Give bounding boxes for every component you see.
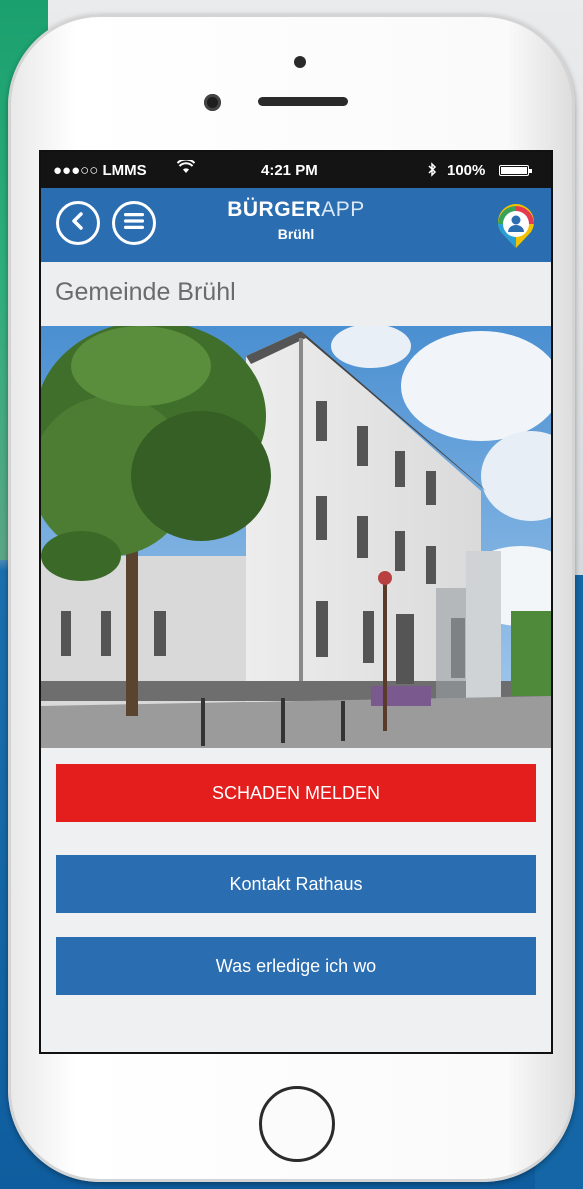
front-camera: [204, 94, 221, 111]
bluetooth-icon: [427, 162, 437, 181]
menu-button[interactable]: [112, 201, 156, 245]
city-name: Brühl: [277, 226, 315, 242]
app-name: BÜRGERAPP: [191, 198, 401, 222]
earpiece-speaker: [258, 97, 348, 106]
back-button[interactable]: [56, 201, 100, 245]
town-hall-photo: [41, 321, 551, 748]
profile-icon[interactable]: [493, 202, 539, 250]
app-header: BÜRGERAPP Brühl: [41, 188, 551, 262]
page-title: Gemeinde Brühl: [55, 278, 236, 306]
app-brand: BÜRGERAPP Brühl: [191, 198, 401, 242]
report-damage-button[interactable]: SCHADEN MELDEN: [56, 764, 536, 822]
battery-icon: [499, 165, 532, 176]
proximity-sensor: [294, 56, 306, 68]
home-button[interactable]: [259, 1086, 335, 1162]
app-name-light: APP: [321, 198, 365, 221]
contact-town-hall-button[interactable]: Kontakt Rathaus: [56, 855, 536, 913]
clock: 4:21 PM: [261, 162, 318, 179]
wifi-icon: [176, 158, 196, 179]
menu-icon: [123, 212, 145, 235]
phone-screen: ●●●○○ LMMS 4:21 PM 100% BÜRGERAPP Brühl …: [41, 152, 551, 1052]
battery-percent: 100%: [447, 162, 486, 179]
services-guide-button[interactable]: Was erledige ich wo: [56, 937, 536, 995]
back-icon: [69, 211, 87, 236]
page-title-bar: Gemeinde Brühl: [41, 262, 551, 326]
carrier-label: ●●●○○ LMMS: [53, 162, 147, 179]
status-bar: ●●●○○ LMMS 4:21 PM 100%: [41, 152, 551, 188]
app-name-bold: BÜRGER: [227, 198, 322, 221]
